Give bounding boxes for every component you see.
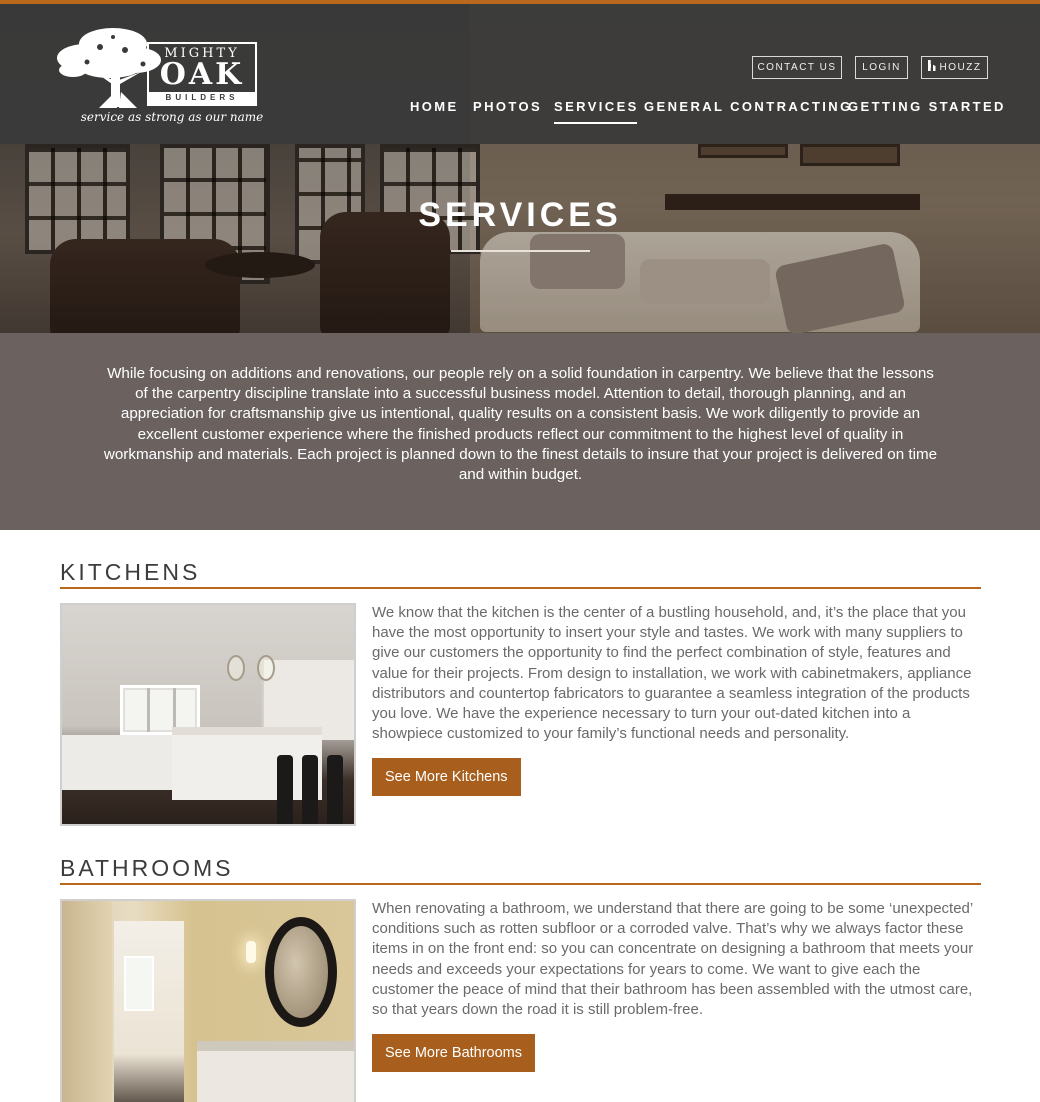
nav-home[interactable]: HOME (410, 98, 459, 115)
nav-photos[interactable]: PHOTOS (473, 98, 542, 115)
logo-word-builders: BUILDERS (147, 92, 257, 104)
kitchens-description: We know that the kitchen is the center o… (372, 604, 972, 743)
intro-text: While focusing on additions and renovati… (103, 365, 938, 484)
title-underline (451, 250, 590, 252)
logo-tagline: service as strong as our name (80, 110, 264, 124)
page-title: SERVICES (418, 196, 622, 234)
section-title-bathrooms: BATHROOMS (60, 855, 234, 881)
login-link[interactable]: LOGIN (855, 56, 908, 79)
nav-general-contracting[interactable]: GENERAL CONTRACTING (644, 98, 853, 115)
site-logo[interactable]: MIGHTY OAK BUILDERS service as strong as… (55, 22, 263, 134)
houzz-link[interactable]: HOUZZ (921, 56, 988, 79)
see-more-kitchens-button[interactable]: See More Kitchens (372, 758, 521, 796)
site-header: MIGHTY OAK BUILDERS service as strong as… (0, 4, 1040, 144)
contact-us-link[interactable]: CONTACT US (752, 56, 842, 79)
nav-getting-started[interactable]: GETTING STARTED (848, 98, 1006, 115)
intro-band: While focusing on additions and renovati… (0, 333, 1040, 530)
section-rule (60, 883, 981, 885)
section-rule (60, 587, 981, 589)
houzz-icon (927, 60, 936, 71)
bathroom-photo (60, 899, 356, 1102)
nav-services[interactable]: SERVICES (554, 98, 639, 124)
bathrooms-description: When renovating a bathroom, we understan… (372, 900, 974, 1019)
kitchen-photo (60, 603, 356, 826)
section-title-kitchens: KITCHENS (60, 559, 201, 585)
see-more-bathrooms-button[interactable]: See More Bathrooms (372, 1034, 536, 1072)
logo-word-oak: OAK (159, 57, 245, 92)
